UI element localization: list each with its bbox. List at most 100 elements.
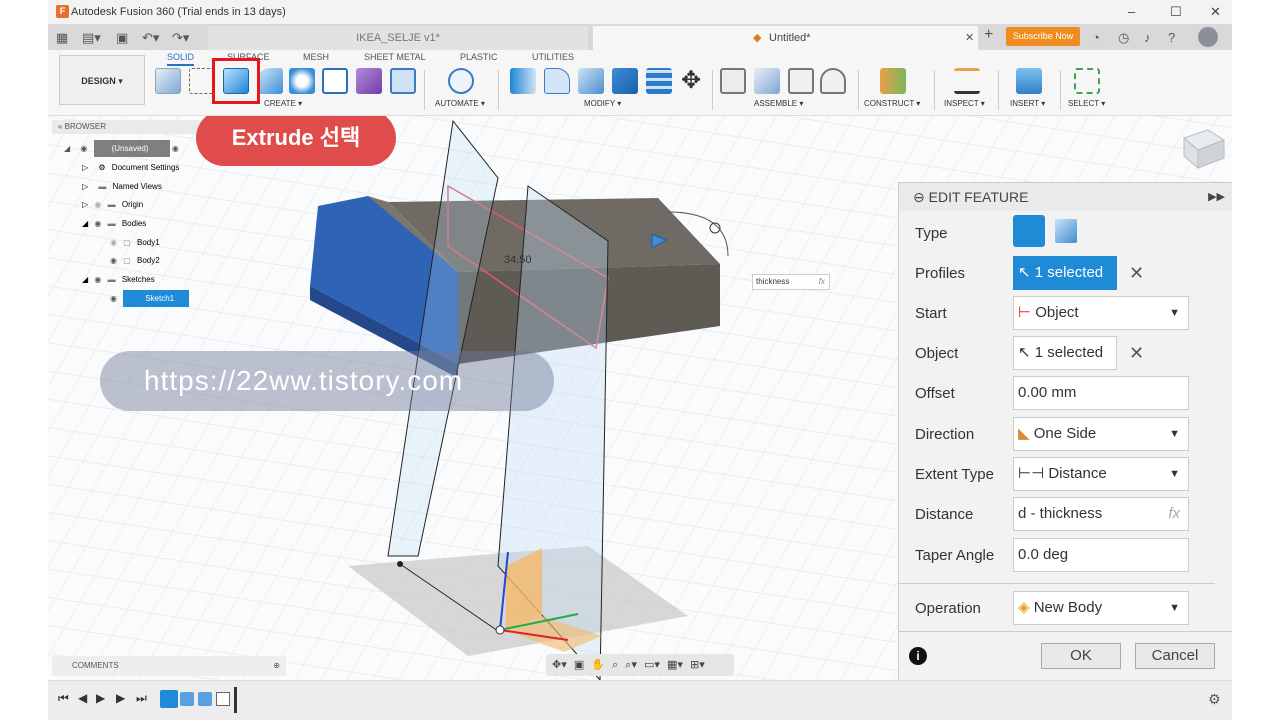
eye-icon[interactable]: ◉ [94, 219, 101, 228]
undo-icon[interactable]: ↶▾ [142, 30, 159, 46]
tab-plastic[interactable]: PLASTIC [460, 52, 498, 62]
timeline-feature-icon[interactable] [180, 692, 194, 706]
clear-profiles-icon[interactable]: ✕ [1129, 263, 1144, 284]
eye-icon[interactable]: ◉ [80, 144, 87, 153]
eye-icon[interactable]: ◉ [110, 256, 117, 265]
extent-type-dropdown[interactable]: ⊢⊣ Distance ▼ [1013, 457, 1189, 491]
thin-extrude-type-icon[interactable] [1055, 219, 1077, 243]
subscribe-button[interactable]: Subscribe Now [1006, 27, 1080, 46]
browser-item-sketch1[interactable]: ◉ Sketch1 [110, 290, 190, 307]
inspect-menu[interactable]: INSPECT ▾ [944, 99, 985, 108]
grid-menu-icon[interactable]: ▦ [56, 30, 68, 46]
automate-icon[interactable] [448, 68, 474, 94]
rigid-group-icon[interactable] [820, 68, 846, 94]
design-workspace-button[interactable]: DESIGN ▾ [59, 55, 145, 105]
operation-dropdown[interactable]: ◈ New Body ▼ [1013, 591, 1189, 625]
press-pull-icon[interactable] [510, 68, 536, 94]
distance-input[interactable]: d - thickness fx [1013, 497, 1189, 531]
eye-icon[interactable]: ◉ [94, 275, 101, 284]
tab-utilities[interactable]: UTILITIES [532, 52, 574, 62]
display-settings-icon[interactable]: ▭▾ [644, 659, 660, 671]
revolve-icon[interactable] [257, 68, 283, 94]
eye-hidden-icon[interactable]: ◉ [94, 200, 101, 209]
help-icon[interactable]: ? [1168, 30, 1175, 45]
new-tab-icon[interactable]: + [984, 26, 993, 44]
measure-icon[interactable] [954, 68, 980, 94]
expand-panel-icon[interactable]: ▶▶ [1208, 183, 1225, 211]
avatar[interactable] [1198, 27, 1218, 47]
look-at-icon[interactable]: ▣ [574, 659, 584, 671]
minimize-button[interactable]: – [1128, 4, 1135, 19]
fillet-icon[interactable] [544, 68, 570, 94]
select-icon[interactable] [1074, 68, 1100, 94]
expand-arrow-icon[interactable]: ▷ [82, 182, 88, 191]
create-menu[interactable]: CREATE ▾ [264, 99, 302, 108]
offset-plane-icon[interactable] [880, 68, 906, 94]
direction-dropdown[interactable]: ◣ One Side ▼ [1013, 417, 1189, 451]
online-status-icon[interactable]: ◔ [1092, 30, 1100, 45]
insert-image-icon[interactable] [1016, 68, 1042, 94]
chamfer-icon[interactable] [578, 68, 604, 94]
new-component-icon[interactable] [155, 68, 181, 94]
profiles-selector[interactable]: ↖ 1 selected [1013, 256, 1117, 290]
zoom-window-icon[interactable]: ⌕▾ [625, 659, 637, 671]
close-tab-icon[interactable]: ✕ [965, 26, 974, 50]
info-icon[interactable]: i [909, 647, 927, 665]
close-window-button[interactable]: ✕ [1210, 4, 1221, 20]
browser-item-body2[interactable]: ◉ ▢ Body2 [110, 252, 160, 269]
split-body-icon[interactable] [646, 68, 672, 94]
offset-input[interactable]: 0.00 mm [1013, 376, 1189, 410]
eye-icon[interactable]: ◉ [110, 294, 117, 303]
extrude-type-icon[interactable] [1013, 215, 1045, 247]
timeline-feature-icon[interactable] [160, 690, 178, 708]
add-comment-icon[interactable]: ⊕ [273, 656, 280, 676]
go-to-start-icon[interactable]: ⏮ [58, 691, 69, 706]
fx-icon[interactable]: fx [1168, 498, 1180, 530]
tab-untitled[interactable]: ◆ Untitled* ✕ [593, 26, 978, 50]
eye-hidden-icon[interactable]: ◉ [110, 238, 117, 247]
timeline-feature-icon[interactable] [198, 692, 212, 706]
expand-arrow-icon[interactable]: ◢ [64, 144, 70, 153]
tab-sheet-metal[interactable]: SHEET METAL [364, 52, 426, 62]
timeline-feature-icon[interactable] [216, 692, 230, 706]
as-built-joint-icon[interactable] [788, 68, 814, 94]
taper-angle-input[interactable]: 0.0 deg [1013, 538, 1189, 572]
new-assembly-component-icon[interactable] [754, 68, 780, 94]
browser-item-document-settings[interactable]: ▷ ⚙ Document Settings [82, 159, 179, 176]
insert-menu[interactable]: INSERT ▾ [1010, 99, 1045, 108]
select-menu[interactable]: SELECT ▾ [1068, 99, 1105, 108]
move-icon[interactable]: ✥ [678, 68, 704, 94]
derive-icon[interactable] [390, 68, 416, 94]
cancel-button[interactable]: Cancel [1135, 643, 1215, 669]
viewports-icon[interactable]: ⊞▾ [690, 659, 705, 671]
redo-icon[interactable]: ↷▾ [172, 30, 189, 46]
start-dropdown[interactable]: ⊢ Object ▼ [1013, 296, 1189, 330]
zoom-icon[interactable]: ⌕ [612, 659, 618, 671]
file-icon[interactable]: ▤▾ [82, 30, 101, 46]
clear-object-icon[interactable]: ✕ [1129, 343, 1144, 364]
timeline-marker[interactable] [234, 687, 237, 713]
step-forward-icon[interactable]: ▶ [116, 691, 125, 705]
automate-menu[interactable]: AUTOMATE ▾ [435, 99, 485, 108]
joint-icon[interactable] [720, 68, 746, 94]
object-selector[interactable]: ↖ 1 selected [1013, 336, 1117, 370]
dimension-label[interactable]: 34.50 [504, 254, 532, 266]
combine-icon[interactable] [612, 68, 638, 94]
save-icon[interactable]: ▣ [116, 30, 128, 46]
pattern-icon[interactable] [322, 68, 348, 94]
browser-item-root[interactable]: ◢ ◉ (Unsaved) ◉ [64, 140, 179, 157]
browser-item-origin[interactable]: ▷ ◉ ▬ Origin [82, 196, 143, 213]
maximize-button[interactable]: ☐ [1170, 4, 1182, 20]
tab-solid[interactable]: SOLID [167, 52, 195, 66]
expand-arrow-icon[interactable]: ◢ [82, 275, 88, 284]
collapse-icon[interactable]: ⊖ [913, 189, 925, 205]
form-icon[interactable] [356, 68, 382, 94]
grid-settings-icon[interactable]: ▦▾ [667, 659, 683, 671]
browser-item-sketches[interactable]: ◢ ◉ ▬ Sketches [82, 271, 155, 288]
tab-ikea-selje[interactable]: IKEA_SELJE v1* [208, 26, 588, 50]
radio-active-icon[interactable]: ◉ [172, 144, 179, 153]
expand-arrow-icon[interactable]: ▷ [82, 163, 88, 172]
orbit-icon[interactable]: ✥▾ [552, 659, 567, 671]
expand-arrow-icon[interactable]: ◢ [82, 219, 88, 228]
edit-feature-header[interactable]: ⊖ EDIT FEATURE ▶▶ [899, 183, 1232, 211]
